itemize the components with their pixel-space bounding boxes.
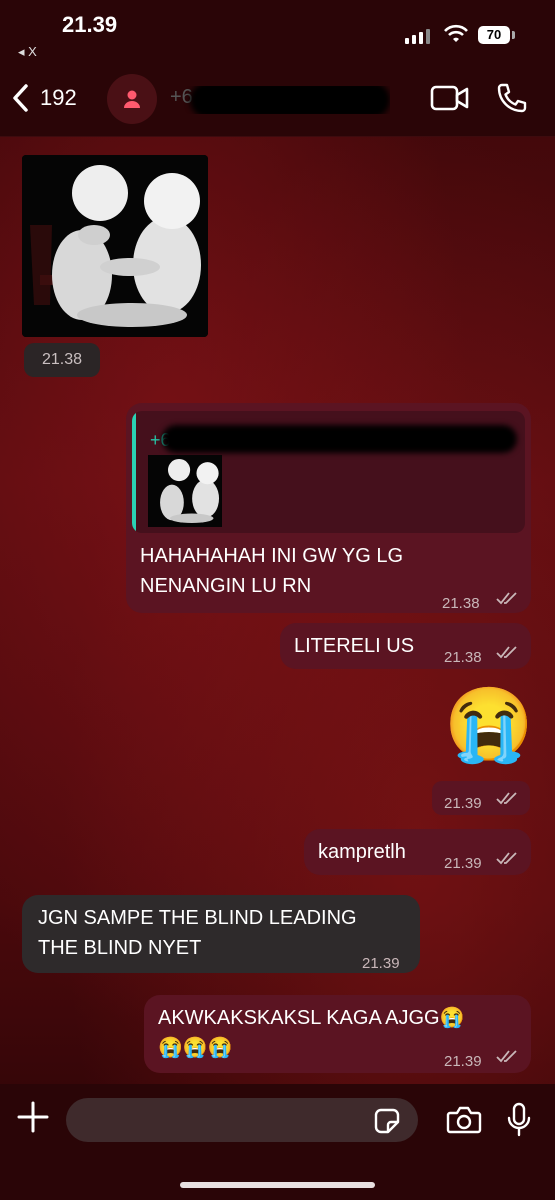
emoji-message[interactable]: 😭 [444, 683, 534, 767]
redaction-mark [162, 425, 517, 453]
message-text: NENANGIN LU RN [140, 575, 312, 597]
sticker-icon[interactable] [374, 1108, 400, 1134]
comforting-figures-image [22, 155, 208, 337]
message-text: LITERELI US [294, 635, 415, 657]
person-icon [124, 90, 140, 108]
message-text: JGN SAMPE THE BLIND LEADING [38, 907, 357, 929]
chat-header: 192 +6 [0, 60, 555, 137]
quoted-sender-name: +6 [150, 425, 517, 453]
back-button[interactable]: 192 [10, 82, 77, 114]
plus-icon[interactable] [16, 1100, 50, 1134]
video-call-icon[interactable] [430, 84, 470, 112]
back-to-app-link[interactable]: ◂ X [18, 44, 37, 60]
message-text: kampretlh [318, 841, 406, 863]
message-bubble[interactable]: AKWKAKSKAKSL KAGA AJGG😭 😭😭😭 21.39 [144, 995, 531, 1073]
message-bubble[interactable]: LITERELI US 21.38 [280, 623, 531, 669]
message-text: AKWKAKSKAKSL KAGA AJGG😭 [158, 1007, 465, 1029]
comforting-figures-thumbnail [148, 455, 222, 527]
camera-icon[interactable] [446, 1105, 482, 1135]
home-indicator [180, 1182, 375, 1188]
composer-bar [0, 1084, 555, 1200]
message-timestamp: 21.39 [444, 1053, 482, 1070]
message-text: HAHAHAHAH INI GW YG LG [140, 545, 404, 567]
read-ticks-icon [496, 646, 517, 659]
battery-icon: 70 [478, 26, 510, 44]
message-input[interactable] [66, 1098, 418, 1142]
message-text: THE BLIND NYET [38, 937, 202, 959]
message-bubble[interactable]: JGN SAMPE THE BLIND LEADING THE BLIND NY… [22, 895, 420, 973]
read-ticks-icon [496, 852, 517, 865]
microphone-icon[interactable] [506, 1102, 532, 1138]
chevron-left-icon [13, 84, 28, 112]
message-timestamp: 21.38 [442, 595, 480, 612]
reply-message-bubble[interactable]: +6 HAHAHAHAH INI GW YG LG NENANGIN LU RN… [126, 403, 531, 613]
redaction-mark [190, 86, 390, 114]
contact-name[interactable]: +6 [170, 86, 390, 114]
cellular-signal-icon [405, 28, 433, 44]
contact-avatar[interactable] [107, 74, 157, 124]
quote-accent-bar [132, 411, 136, 533]
message-timestamp: 21.39 [362, 955, 400, 972]
message-text: 😭😭😭 [158, 1037, 233, 1059]
status-bar: 21.39 ◂ X 70 [0, 0, 555, 60]
message-bubble[interactable]: kampretlh 21.39 [304, 829, 531, 875]
read-ticks-icon [496, 792, 517, 805]
read-ticks-icon [496, 1050, 517, 1063]
phone-call-icon[interactable] [496, 82, 528, 114]
message-list[interactable]: 21.38 +6 HAHAHAHAH INI GW YG LG NENANGIN… [0, 137, 555, 1084]
image-message[interactable] [22, 155, 208, 337]
message-timestamp: 21.38 [24, 343, 100, 377]
battery-tip [512, 31, 515, 39]
quoted-message[interactable]: +6 [132, 411, 525, 533]
message-timestamp: 21.39 [444, 795, 482, 812]
status-time: 21.39 [62, 12, 118, 37]
wifi-icon [444, 24, 468, 42]
unread-count: 192 [40, 85, 77, 110]
message-timestamp: 21.38 [444, 649, 482, 666]
quoted-image-thumbnail [148, 455, 222, 527]
message-timestamp: 21.39 [444, 855, 482, 872]
read-ticks-icon [496, 592, 517, 605]
emoji-timestamp-chip: 21.39 [432, 781, 530, 815]
